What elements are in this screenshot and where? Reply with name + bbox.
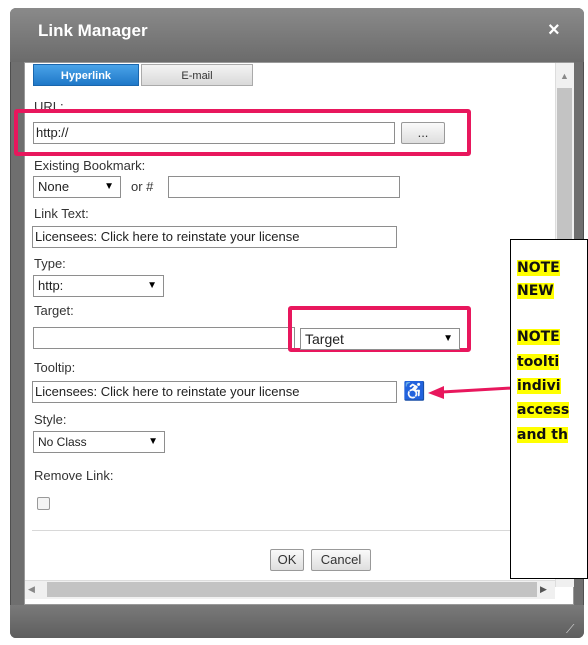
type-select[interactable]: http: ▼	[33, 275, 164, 297]
target-label: Target:	[34, 303, 74, 318]
target-select-value: Target	[305, 331, 344, 347]
scroll-left-icon[interactable]: ◀	[28, 580, 35, 599]
triangle-down-icon: ▼	[147, 280, 157, 291]
tab-hyperlink[interactable]: Hyperlink	[33, 64, 139, 86]
note-line-7: and th	[517, 427, 568, 443]
tab-email[interactable]: E-mail	[141, 64, 253, 86]
annotation-note: NOTE NEW NOTE toolti indivi access and t…	[510, 239, 588, 579]
link-text-label: Link Text:	[34, 206, 89, 221]
note-line-4: toolti	[517, 354, 560, 370]
style-select-value: No Class	[38, 435, 87, 449]
tooltip-label: Tooltip:	[34, 360, 76, 375]
horizontal-scroll-thumb[interactable]	[47, 582, 537, 597]
style-select[interactable]: No Class ▼	[33, 431, 165, 453]
bookmark-select-value: None	[38, 179, 70, 194]
remove-link-checkbox[interactable]	[37, 497, 50, 510]
triangle-down-icon: ▼	[443, 333, 453, 344]
dialog-title: Link Manager	[38, 21, 148, 40]
bookmark-select[interactable]: None ▼	[33, 176, 121, 198]
bookmark-label: Existing Bookmark:	[34, 158, 146, 173]
target-select[interactable]: Target ▼	[300, 328, 460, 350]
wheelchair-icon[interactable]: ♿	[403, 381, 425, 402]
note-line-6: access	[517, 402, 570, 418]
ok-button[interactable]: OK	[270, 549, 304, 571]
triangle-down-icon: ▼	[104, 181, 114, 192]
cancel-button[interactable]: Cancel	[311, 549, 371, 571]
bookmark-hash-input[interactable]	[168, 176, 400, 198]
note-line-2: NEW	[517, 283, 554, 299]
resize-grip-icon[interactable]: ⟋	[566, 622, 574, 637]
tooltip-input[interactable]: Licensees: Click here to reinstate your …	[32, 381, 397, 403]
triangle-down-icon: ▼	[148, 436, 158, 447]
url-input[interactable]: http://	[33, 122, 395, 144]
note-line-5: indivi	[517, 378, 561, 394]
type-select-value: http:	[38, 278, 64, 293]
remove-link-label: Remove Link:	[34, 468, 114, 483]
type-label: Type:	[34, 256, 66, 271]
scroll-up-icon[interactable]: ▲	[555, 66, 574, 86]
or-hash-label: or #	[131, 179, 154, 194]
link-text-input[interactable]: Licensees: Click here to reinstate your …	[32, 226, 397, 248]
arrow-left-icon	[428, 386, 512, 399]
scroll-right-icon[interactable]: ▶	[540, 580, 547, 599]
style-label: Style:	[34, 412, 67, 427]
note-line-3: NOTE	[517, 329, 560, 345]
note-line-1: NOTE	[517, 260, 560, 276]
footer-separator	[32, 530, 552, 531]
target-input[interactable]	[33, 327, 295, 349]
dialog-footer-band	[10, 605, 584, 638]
browse-button[interactable]: ...	[401, 122, 445, 144]
close-icon[interactable]: ×	[548, 19, 560, 42]
